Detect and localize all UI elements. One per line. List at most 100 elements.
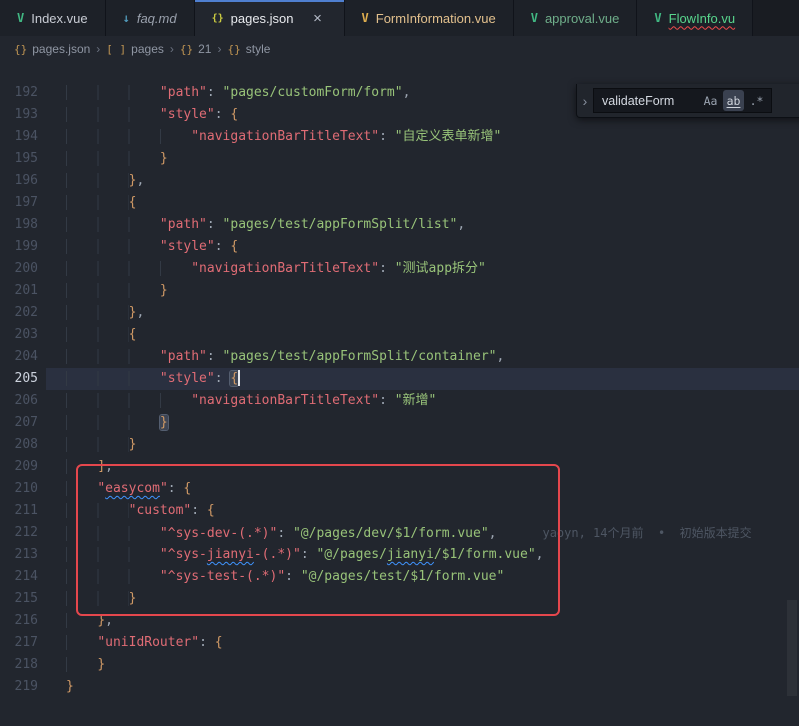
breadcrumb-item-pages-json[interactable]: {}pages.json (14, 42, 90, 56)
line-number[interactable]: 203 (0, 324, 46, 346)
tab-forminformation-vue[interactable]: VFormInformation.vue (345, 0, 514, 36)
code-line-209[interactable]: 209 ], (0, 456, 799, 478)
tab-faq-md[interactable]: ↓faq.md (106, 0, 195, 36)
code-line-211[interactable]: 211 "custom": { (0, 500, 799, 522)
code-line-200[interactable]: 200 "navigationBarTitleText": "测试app拆分" (0, 258, 799, 280)
line-number[interactable]: 200 (0, 258, 46, 280)
code-line-205[interactable]: 205 "style": { (0, 368, 799, 390)
token-p: , (105, 613, 113, 628)
token-p: , (536, 547, 544, 562)
line-number[interactable]: 199 (0, 236, 46, 258)
code-line-195[interactable]: 195 } (0, 148, 799, 170)
tab-label: FormInformation.vue (376, 11, 496, 26)
line-number[interactable]: 192 (0, 82, 46, 104)
code-line-208[interactable]: 208 } (0, 434, 799, 456)
line-content: } (46, 280, 799, 302)
code-line-207[interactable]: 207 } (0, 412, 799, 434)
line-number[interactable]: 204 (0, 346, 46, 368)
code-line-212[interactable]: 212 "^sys-dev-(.*)": "@/pages/dev/$1/for… (0, 522, 799, 544)
code-line-215[interactable]: 215 } (0, 588, 799, 610)
breadcrumb-item-21[interactable]: {}21 (180, 42, 212, 56)
line-number[interactable]: 218 (0, 654, 46, 676)
code-line-206[interactable]: 206 "navigationBarTitleText": "新增" (0, 390, 799, 412)
token-k: "^sys- (160, 547, 207, 562)
symbol-icon: {} (180, 43, 193, 56)
code-line-199[interactable]: 199 "style": { (0, 236, 799, 258)
code-line-219[interactable]: 219} (0, 676, 799, 698)
line-number[interactable]: 219 (0, 676, 46, 698)
tab-approval-vue[interactable]: Vapproval.vue (514, 0, 638, 36)
breadcrumb-label: pages (131, 42, 164, 56)
line-number[interactable]: 210 (0, 478, 46, 500)
line-number[interactable]: 195 (0, 148, 46, 170)
line-content: }, (46, 610, 799, 632)
breadcrumb-item-pages[interactable]: [ ]pages (106, 42, 164, 56)
token-s: "@/pages/ (316, 547, 386, 562)
code-line-196[interactable]: 196 }, (0, 170, 799, 192)
code-line-202[interactable]: 202 }, (0, 302, 799, 324)
token-p: : (199, 635, 215, 650)
code-line-198[interactable]: 198 "path": "pages/test/appFormSplit/lis… (0, 214, 799, 236)
code-line-210[interactable]: 210 "easycom": { (0, 478, 799, 500)
breadcrumb-label: pages.json (32, 42, 90, 56)
line-number[interactable]: 212 (0, 522, 46, 544)
code-line-213[interactable]: 213 "^sys-jianyi-(.*)": "@/pages/jianyi/… (0, 544, 799, 566)
line-number[interactable]: 202 (0, 302, 46, 324)
tab-label: Index.vue (31, 11, 87, 26)
code-line-204[interactable]: 204 "path": "pages/test/appFormSplit/con… (0, 346, 799, 368)
whole-word-button[interactable]: ab (723, 90, 744, 111)
match-case-button[interactable]: Aa (700, 90, 721, 111)
token-ws (66, 526, 160, 541)
line-number[interactable]: 194 (0, 126, 46, 148)
token-ws (66, 217, 160, 232)
breadcrumb-item-style[interactable]: {}style (227, 42, 270, 56)
line-number[interactable]: 208 (0, 434, 46, 456)
code-line-194[interactable]: 194 "navigationBarTitleText": "自定义表单新增" (0, 126, 799, 148)
symbol-icon: {} (227, 43, 240, 56)
toggle-replace-button[interactable]: › (577, 84, 593, 117)
line-number[interactable]: 197 (0, 192, 46, 214)
line-number[interactable]: 211 (0, 500, 46, 522)
token-s: "新增" (395, 393, 437, 408)
line-number[interactable]: 216 (0, 610, 46, 632)
tab-label: faq.md (137, 11, 177, 26)
line-number[interactable]: 206 (0, 390, 46, 412)
code-line-203[interactable]: 203 { (0, 324, 799, 346)
find-widget: › Aa ab .* (576, 84, 799, 118)
token-k: "navigationBarTitleText" (191, 261, 379, 276)
line-content: "path": "pages/test/appFormSplit/list", (46, 214, 799, 236)
token-s: "自定义表单新增" (395, 129, 502, 144)
line-number[interactable]: 193 (0, 104, 46, 126)
code-line-216[interactable]: 216 }, (0, 610, 799, 632)
tab-index-vue[interactable]: VIndex.vue (0, 0, 106, 36)
line-number[interactable]: 214 (0, 566, 46, 588)
editor[interactable]: 192 "path": "pages/customForm/form",193 … (0, 62, 799, 726)
tab-flowinfo-vu[interactable]: VFlowInfo.vu (637, 0, 753, 36)
token-b: } (160, 151, 168, 166)
line-number[interactable]: 201 (0, 280, 46, 302)
line-content: "style": { (46, 236, 799, 258)
token-b: ] (97, 459, 105, 474)
line-number[interactable]: 213 (0, 544, 46, 566)
token-k: "path" (160, 217, 207, 232)
line-number[interactable]: 217 (0, 632, 46, 654)
line-number[interactable]: 215 (0, 588, 46, 610)
line-number[interactable]: 207 (0, 412, 46, 434)
token-b: { (183, 481, 191, 496)
code-line-201[interactable]: 201 } (0, 280, 799, 302)
scrollbar[interactable] (787, 600, 797, 696)
regex-button[interactable]: .* (746, 90, 767, 111)
code-line-197[interactable]: 197 { (0, 192, 799, 214)
code-line-214[interactable]: 214 "^sys-test-(.*)": "@/pages/test/$1/f… (0, 566, 799, 588)
tab-pages-json[interactable]: {}pages.json× (195, 0, 345, 36)
breadcrumb: {}pages.json›[ ]pages›{}21›{}style (0, 36, 799, 62)
code-line-217[interactable]: 217 "uniIdRouter": { (0, 632, 799, 654)
line-number[interactable]: 198 (0, 214, 46, 236)
line-number[interactable]: 205 (0, 368, 46, 390)
line-content: }, (46, 170, 799, 192)
close-icon[interactable]: × (309, 9, 327, 27)
line-number[interactable]: 209 (0, 456, 46, 478)
code-line-218[interactable]: 218 } (0, 654, 799, 676)
search-input[interactable] (602, 94, 698, 108)
line-number[interactable]: 196 (0, 170, 46, 192)
